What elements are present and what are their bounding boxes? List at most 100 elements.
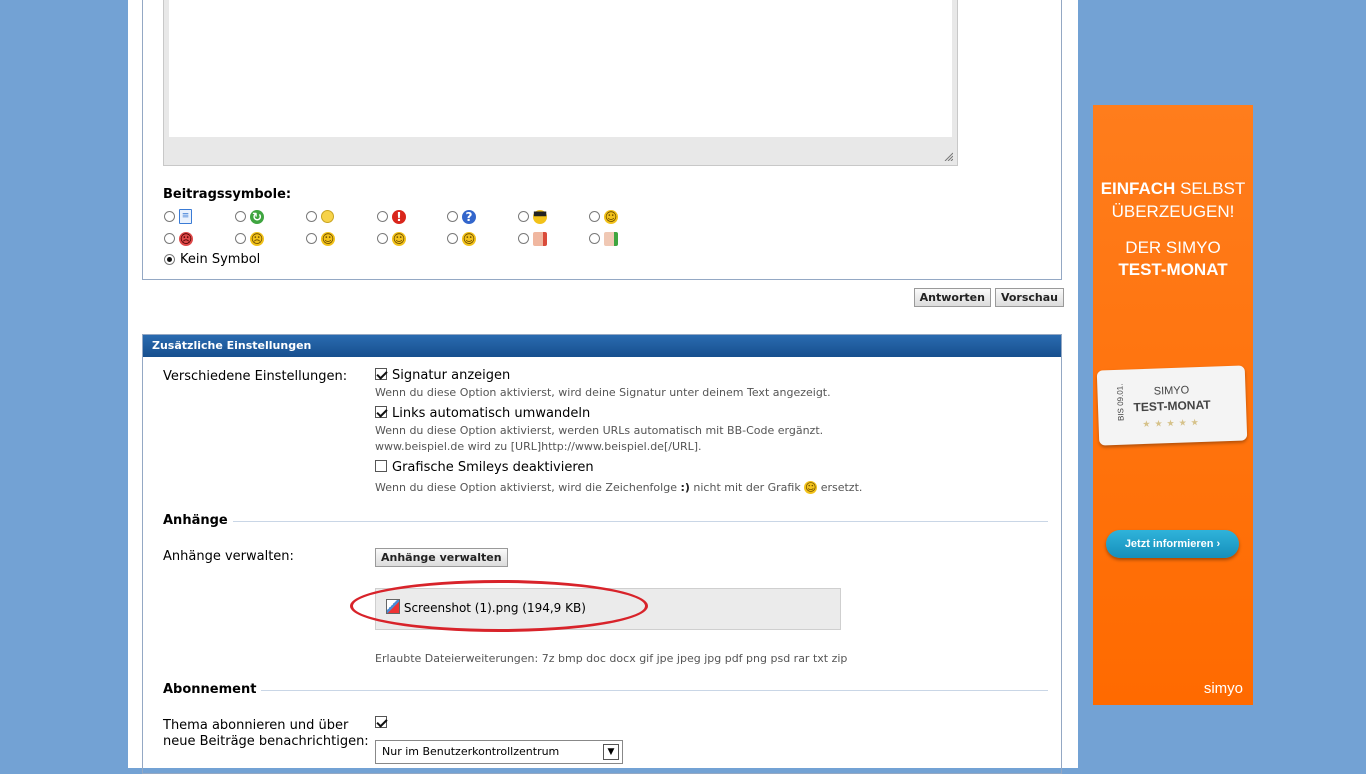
post-icon-radio[interactable]: [377, 233, 388, 244]
main-content: Beitragssymbole: ≡ ↻ ! ? ▀▀ ☺ ☹ ☹ ☺ ☺ ☺ …: [128, 0, 1078, 774]
ad-cta-label: Jetzt informieren: [1124, 538, 1214, 550]
smileys-label: Grafische Smileys deaktivieren: [392, 460, 594, 475]
document-icon: ≡: [179, 209, 192, 224]
allowed-extensions: Erlaubte Dateierweiterungen: 7z bmp doc …: [375, 652, 848, 665]
post-icon-option[interactable]: ?: [447, 206, 476, 224]
smileys-hint-code: :): [680, 481, 690, 494]
ad-cta-button[interactable]: Jetzt informieren ›: [1106, 530, 1239, 558]
no-icon-label: Kein Symbol: [180, 252, 261, 267]
chevron-right-icon: ›: [1216, 538, 1221, 550]
form-actions: Antworten Vorschau: [910, 286, 1064, 307]
post-icon-radio[interactable]: [377, 211, 388, 222]
links-hint: Wenn du diese Option aktivierst, werden …: [375, 424, 824, 437]
post-icon-radio[interactable]: [235, 233, 246, 244]
signature-checkbox[interactable]: [375, 368, 387, 380]
smileys-hint-text-3: ersetzt.: [820, 481, 863, 494]
subscription-section-title: Abonnement: [163, 682, 1048, 697]
post-icon-radio[interactable]: [518, 211, 529, 222]
ad-headline: EINFACH SELBST ÜBERZEUGEN!: [1093, 177, 1253, 223]
angry-smiley-icon: ☹: [179, 231, 193, 246]
post-icon-radio[interactable]: [306, 211, 317, 222]
post-icon-option[interactable]: ☺: [306, 228, 335, 246]
manage-attachments-label: Anhänge verwalten:: [163, 549, 294, 564]
post-icon-radio[interactable]: [447, 233, 458, 244]
subscription-heading: Abonnement: [163, 682, 257, 697]
grin-smiley-icon: ☺: [462, 231, 476, 246]
sad-smiley-icon: ☹: [250, 231, 264, 246]
post-icon-option[interactable]: ↻: [235, 206, 264, 224]
post-icon-radio[interactable]: [164, 233, 175, 244]
lightbulb-icon: [321, 210, 334, 223]
chevron-down-icon[interactable]: ▼: [603, 744, 619, 760]
post-icon-option[interactable]: !: [377, 206, 406, 224]
attachments-heading: Anhänge: [163, 513, 228, 528]
smileys-hint: Wenn du diese Option aktivierst, wird di…: [375, 481, 862, 494]
exclamation-icon: !: [392, 209, 406, 224]
post-icon-radio[interactable]: [447, 211, 458, 222]
signature-label: Signatur anzeigen: [392, 368, 511, 383]
post-icon-option[interactable]: [306, 206, 334, 224]
simyo-logo: simyo: [1203, 680, 1243, 697]
signature-hint: Wenn du diese Option aktivierst, wird de…: [375, 386, 831, 399]
thumbs-up-icon: [604, 231, 618, 246]
post-icon-option[interactable]: ☹: [235, 228, 264, 246]
thumbs-down-icon: [533, 231, 547, 246]
links-checkbox[interactable]: [375, 406, 387, 418]
smileys-option[interactable]: Grafische Smileys deaktivieren: [375, 460, 594, 475]
manage-attachments-button[interactable]: Anhänge verwalten: [375, 548, 508, 567]
signature-option[interactable]: Signatur anzeigen: [375, 368, 510, 383]
ad-headline-line2: ÜBERZEUGEN!: [1111, 202, 1235, 221]
section-divider: [261, 690, 1048, 691]
post-editor-panel: Beitragssymbole: ≡ ↻ ! ? ▀▀ ☺ ☹ ☹ ☺ ☺ ☺ …: [142, 0, 1062, 280]
reload-arrow-icon: ↻: [250, 209, 264, 224]
misc-settings-label: Verschiedene Einstellungen:: [163, 369, 348, 384]
ad-subheadline-line2: TEST-MONAT: [1118, 260, 1228, 279]
post-icon-option[interactable]: ▀▀: [518, 206, 547, 224]
simyo-advertisement[interactable]: EINFACH SELBST ÜBERZEUGEN! DER SIMYO TES…: [1093, 105, 1253, 705]
resize-grip-icon[interactable]: [943, 151, 953, 161]
message-editor[interactable]: [163, 0, 958, 166]
reply-button[interactable]: Antworten: [913, 288, 991, 307]
section-divider: [233, 521, 1048, 522]
laughing-smiley-icon: ☺: [321, 231, 335, 246]
subscribe-checkbox[interactable]: [375, 716, 387, 728]
links-hint-example: www.beispiel.de wird zu [URL]http://www.…: [375, 440, 702, 453]
post-icon-option[interactable]: ☺: [377, 228, 406, 246]
ad-subheadline-line1: DER SIMYO: [1125, 238, 1221, 257]
post-icon-option[interactable]: [518, 228, 547, 246]
subscribe-label-line2: neue Beiträge benachrichtigen:: [163, 734, 369, 749]
post-icon-option[interactable]: ☺: [447, 228, 476, 246]
post-icon-radio[interactable]: [164, 211, 175, 222]
no-icon-radio[interactable]: [164, 254, 175, 265]
smileys-hint-text: Wenn du diese Option aktivierst, wird di…: [375, 481, 677, 494]
smile-icon: ☺: [804, 481, 818, 494]
post-icon-radio[interactable]: [589, 233, 600, 244]
subscribe-option[interactable]: [375, 716, 387, 731]
post-icon-radio[interactable]: [235, 211, 246, 222]
post-icon-radio[interactable]: [306, 233, 317, 244]
post-icon-option[interactable]: ☺: [589, 206, 618, 224]
preview-button[interactable]: Vorschau: [994, 288, 1064, 307]
cool-smiley-icon: ▀▀: [533, 209, 547, 224]
links-label: Links automatisch umwandeln: [392, 406, 591, 421]
links-option[interactable]: Links automatisch umwandeln: [375, 406, 590, 421]
notification-select-value: Nur im Benutzerkontrollzentrum: [382, 745, 560, 758]
post-icon-option[interactable]: [589, 228, 618, 246]
post-icon-option[interactable]: ☹: [164, 228, 193, 246]
attachments-section-title: Anhänge: [163, 513, 1048, 528]
message-textarea[interactable]: [169, 0, 952, 137]
smile-icon: ☺: [604, 209, 618, 224]
smileys-hint-text-2: nicht mit der Grafik: [693, 481, 801, 494]
no-icon-option[interactable]: Kein Symbol: [164, 252, 260, 267]
post-icon-radio[interactable]: [518, 233, 529, 244]
panel-title: Zusätzliche Einstellungen: [143, 335, 1061, 357]
post-icon-option[interactable]: ≡: [164, 206, 192, 224]
smileys-checkbox[interactable]: [375, 460, 387, 472]
notification-select[interactable]: Nur im Benutzerkontrollzentrum ▼: [375, 740, 623, 764]
ad-subheadline: DER SIMYO TEST-MONAT: [1093, 237, 1253, 281]
post-icon-radio[interactable]: [589, 211, 600, 222]
subscribe-label-line1: Thema abonnieren und über: [163, 718, 349, 733]
subscribe-label: Thema abonnieren und über neue Beiträge …: [163, 718, 369, 750]
highlight-circle: [350, 580, 648, 632]
ad-headline-rest: SELBST: [1180, 179, 1246, 198]
